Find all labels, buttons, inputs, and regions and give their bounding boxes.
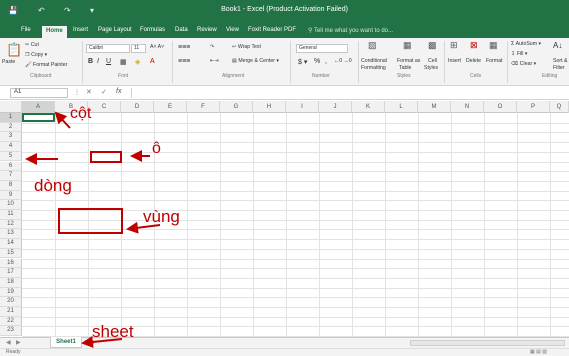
range-highlight-box — [58, 208, 123, 234]
annotation-arrows — [25, 111, 161, 348]
annotation-range: vùng — [143, 207, 180, 226]
annotation-column: cột — [70, 105, 92, 122]
annotation-sheet: sheet — [92, 322, 134, 341]
annotation-cell: ô — [152, 140, 161, 157]
arrow-to-column-header — [54, 111, 71, 129]
annotation-row: dòng — [34, 176, 72, 195]
cell-highlight-box — [90, 151, 122, 163]
